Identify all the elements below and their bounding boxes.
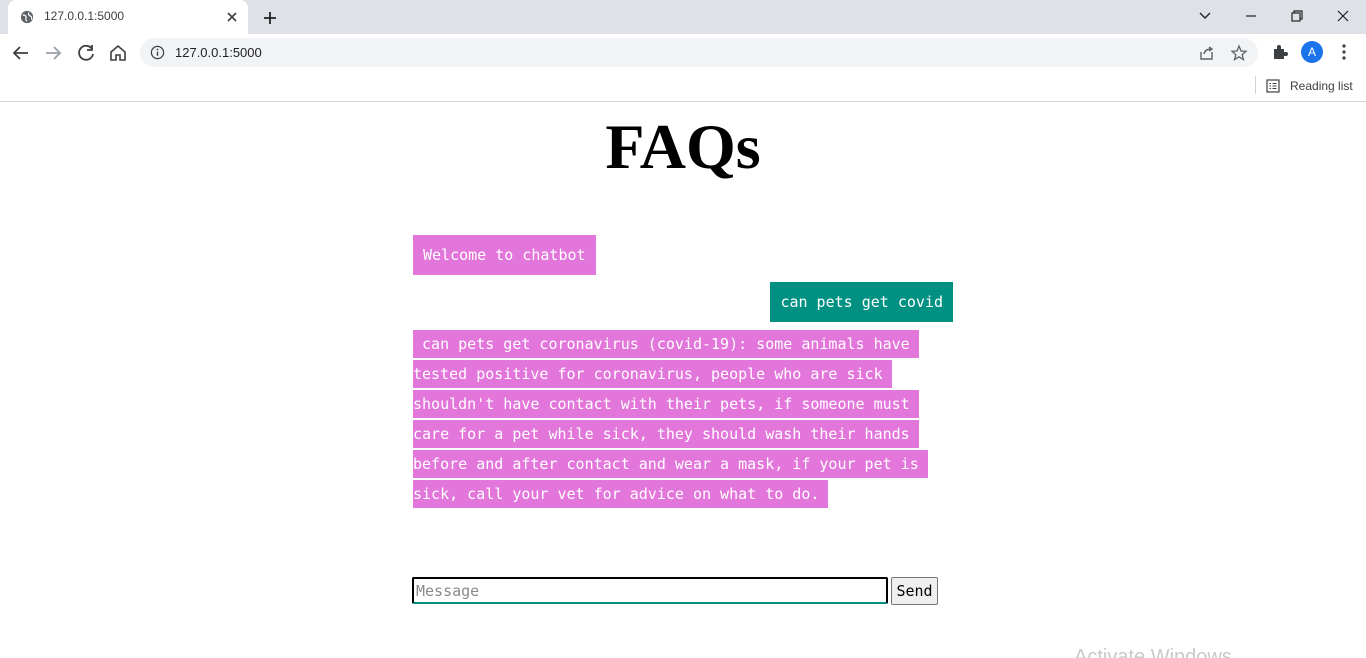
bookmarks-bar: Reading list <box>0 71 1366 102</box>
chevron-down-icon[interactable] <box>1191 4 1219 28</box>
reading-list-icon <box>1266 79 1280 93</box>
user-message: can pets get covid <box>770 282 953 322</box>
info-icon[interactable] <box>150 45 165 60</box>
share-icon[interactable] <box>1198 44 1216 62</box>
message-input[interactable] <box>412 577 888 604</box>
forward-icon[interactable] <box>40 40 66 66</box>
composer: Send <box>412 577 942 605</box>
bot-message-row: Welcome to chatbot <box>413 235 953 275</box>
address-bar[interactable]: 127.0.0.1:5000 <box>140 38 1258 67</box>
back-icon[interactable] <box>8 40 34 66</box>
puzzle-icon[interactable] <box>1270 42 1290 62</box>
close-icon[interactable] <box>222 7 242 27</box>
bot-message-row: can pets get coronavirus (covid-19): som… <box>413 329 937 509</box>
chat-log: Welcome to chatbot can pets get covid ca… <box>413 235 953 509</box>
minimize-icon[interactable] <box>1237 4 1265 28</box>
avatar[interactable]: A <box>1301 41 1323 63</box>
user-message-row: can pets get covid <box>413 282 953 322</box>
restore-icon[interactable] <box>1283 4 1311 28</box>
bookmarks-divider <box>1255 76 1256 94</box>
window-close-icon[interactable] <box>1329 4 1357 28</box>
url-text[interactable]: 127.0.0.1:5000 <box>175 45 262 60</box>
reading-list-label: Reading list <box>1290 79 1353 93</box>
reading-list-button[interactable]: Reading list <box>1266 75 1353 97</box>
home-icon[interactable] <box>105 40 131 66</box>
page-title: FAQs <box>605 111 761 182</box>
star-icon[interactable] <box>1230 44 1248 62</box>
browser-tab[interactable]: 127.0.0.1:5000 <box>8 0 248 34</box>
welcome-message: Welcome to chatbot <box>413 235 596 275</box>
plus-icon[interactable] <box>258 6 282 30</box>
globe-icon <box>20 10 34 24</box>
send-button[interactable]: Send <box>891 577 938 605</box>
browser-toolbar: 127.0.0.1:5000 A <box>0 34 1366 71</box>
tab-strip: 127.0.0.1:5000 <box>0 0 1366 34</box>
bot-reply: can pets get coronavirus (covid-19): som… <box>413 330 928 508</box>
reload-icon[interactable] <box>73 40 99 66</box>
activate-windows-watermark: Activate Windows <box>1074 646 1232 658</box>
kebab-menu-icon[interactable] <box>1334 42 1354 62</box>
tab-title: 127.0.0.1:5000 <box>44 9 125 23</box>
